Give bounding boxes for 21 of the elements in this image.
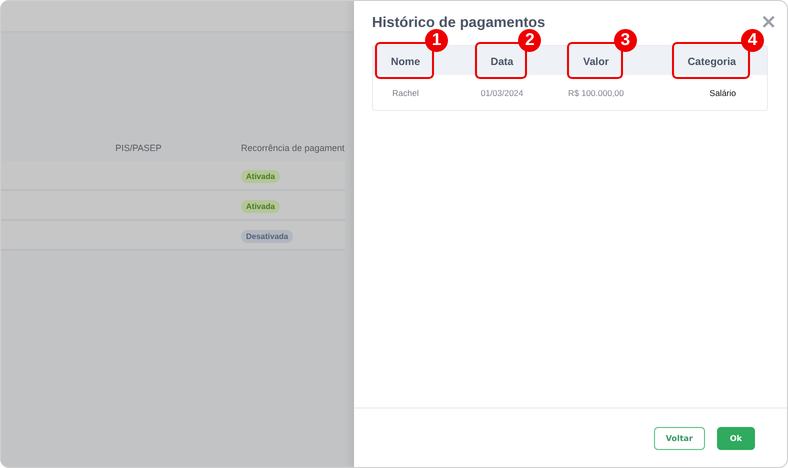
column-header: Categoria [688, 56, 736, 68]
column-header: Recorrência de pagament [241, 143, 345, 153]
status-badge: Desativada [241, 230, 294, 243]
column-header: PIS/PASEP [115, 143, 162, 153]
table-cell: R$ 100.000,00 [568, 88, 624, 98]
ok-button[interactable]: Ok [716, 426, 755, 450]
table-cell: Rachel [392, 88, 419, 98]
column-header: Valor [583, 56, 609, 68]
column-header: Nome [390, 56, 420, 68]
callout-number: 3 [614, 28, 637, 52]
close-button[interactable]: × [760, 13, 777, 29]
callout-number: 1 [425, 28, 448, 52]
drawer-title: Histórico de pagamentos [372, 15, 546, 31]
back-button[interactable]: Voltar [654, 426, 705, 450]
callout-number: 4 [741, 28, 764, 52]
status-badge: Ativada [241, 200, 280, 213]
status-badge: Ativada [241, 170, 280, 183]
table-cell: Salário [710, 88, 736, 98]
table-cell: 01/03/2024 [480, 88, 524, 98]
column-header: Data [490, 56, 514, 68]
callout-number: 2 [518, 28, 542, 52]
